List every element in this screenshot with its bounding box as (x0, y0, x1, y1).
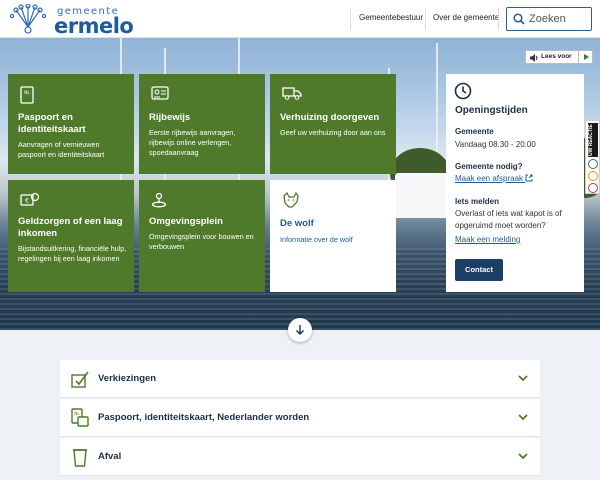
feedback-label: UW REACTIE (588, 123, 598, 157)
nav-over-de-gemeente[interactable]: Over de gemeente (433, 13, 499, 22)
melding-link[interactable]: Maak een melding (455, 235, 520, 244)
passport-icon: NL (71, 408, 89, 427)
melden-text: Overlast of iets wat kapot is of opgerui… (455, 209, 562, 230)
tile-title: Rijbewijs (149, 112, 191, 123)
accordion-label: Afval (98, 451, 122, 462)
tile-description: Aanvragen of vernieuwen paspoort en iden… (18, 140, 105, 159)
tile-description: Omgevingsplein voor bouwen en verbouwen (149, 232, 254, 251)
logo-title: ermelo (54, 14, 134, 38)
nav-divider (425, 8, 426, 30)
sad-face-icon[interactable] (588, 183, 598, 193)
tile-title: Omgevingsplein (149, 216, 223, 227)
opening-hours-title: Openingstijden (455, 105, 528, 116)
money-icon: € (20, 192, 40, 206)
chevron-down-icon (518, 453, 528, 460)
site-header: gemeente ermelo Gemeentebestuur Over de … (0, 0, 600, 38)
tile-omgevingsplein[interactable]: Omgevingsplein Omgevingsplein voor bouwe… (139, 180, 265, 292)
accordion-label: Verkiezingen (98, 373, 157, 384)
tile-rijbewijs[interactable]: Rijbewijs Eerste rijbewijs aanvragen, ri… (139, 74, 265, 174)
speaker-icon (530, 54, 538, 62)
read-aloud-label: Lees voor (541, 53, 572, 60)
accordion-afval[interactable]: Afval (60, 438, 540, 476)
search-box[interactable] (506, 7, 592, 31)
tile-description: Bijstandsuitkering, financiële hulp, reg… (18, 244, 127, 263)
nav-gemeentebestuur[interactable]: Gemeentebestuur (359, 13, 423, 22)
accordion-label: Paspoort, identiteitskaart, Nederlander … (98, 412, 310, 423)
tile-verhuizing[interactable]: Verhuizing doorgeven Geef uw verhuizing … (270, 74, 396, 174)
arrow-down-icon (296, 325, 304, 335)
tile-geldzorgen[interactable]: € Geldzorgen of een laag inkomen Bijstan… (8, 180, 134, 292)
gemeente-label: Gemeente (455, 127, 494, 136)
tile-paspoort[interactable]: NL Paspoort en identiteitskaart Aanvrage… (8, 74, 134, 174)
search-icon (513, 13, 525, 25)
accordion-paspoort[interactable]: NL Paspoort, identiteitskaart, Nederland… (60, 399, 540, 437)
search-input[interactable] (529, 11, 589, 27)
play-icon[interactable] (578, 51, 592, 63)
passport-icon: NL (20, 86, 34, 104)
gemeente-hours: Vandaag 08.30 - 20.00 (455, 140, 536, 149)
tile-title: Geldzorgen of een laag inkomen (18, 216, 123, 239)
scroll-down-button[interactable] (288, 318, 312, 342)
truck-icon (282, 87, 302, 100)
ermelo-logo[interactable]: gemeente ermelo (8, 3, 134, 38)
tile-title: Paspoort en identiteitskaart (18, 112, 86, 135)
opening-hours-card: Openingstijden Gemeente Vandaag 08.30 - … (446, 74, 584, 292)
tile-description: Geef uw verhuizing door aan ons (280, 128, 386, 137)
gemeente-nodig-label: Gemeente nodig? (455, 162, 523, 171)
clock-icon (454, 82, 472, 100)
wolf-icon (283, 192, 299, 208)
neutral-face-icon[interactable] (588, 171, 598, 181)
accordion-verkiezingen[interactable]: Verkiezingen (60, 360, 540, 398)
nav-divider (350, 8, 351, 30)
svg-text:€: € (25, 198, 29, 205)
afspraak-link[interactable]: Maak een afspraak (455, 174, 533, 183)
svg-text:NL: NL (24, 90, 30, 96)
read-aloud-button[interactable]: Lees voor (525, 50, 593, 64)
chevron-down-icon (518, 414, 528, 421)
tile-title: Verhuizing doorgeven (280, 112, 380, 123)
contact-button[interactable]: Contact (455, 259, 503, 281)
tile-description: Eerste rijbewijs aanvragen, rijbewijs on… (149, 128, 236, 157)
shell-icon (9, 4, 47, 34)
ballot-icon (71, 371, 89, 388)
chevron-down-icon (518, 375, 528, 382)
happy-face-icon[interactable] (588, 159, 598, 169)
external-link-icon (525, 174, 533, 182)
nav-divider (498, 8, 499, 30)
location-icon (151, 192, 167, 208)
tile-de-wolf[interactable]: De wolf Informatie over de wolf (270, 180, 396, 292)
tile-description: Informatie over de wolf (280, 235, 353, 244)
feedback-tab[interactable]: UW REACTIE (585, 120, 600, 194)
id-card-icon (151, 86, 169, 100)
afspraak-link-label: Maak een afspraak (455, 174, 524, 183)
bin-icon (73, 449, 87, 467)
melden-label: Iets melden (455, 197, 500, 206)
tile-title: De wolf (280, 218, 314, 229)
svg-text:NL: NL (74, 411, 80, 416)
